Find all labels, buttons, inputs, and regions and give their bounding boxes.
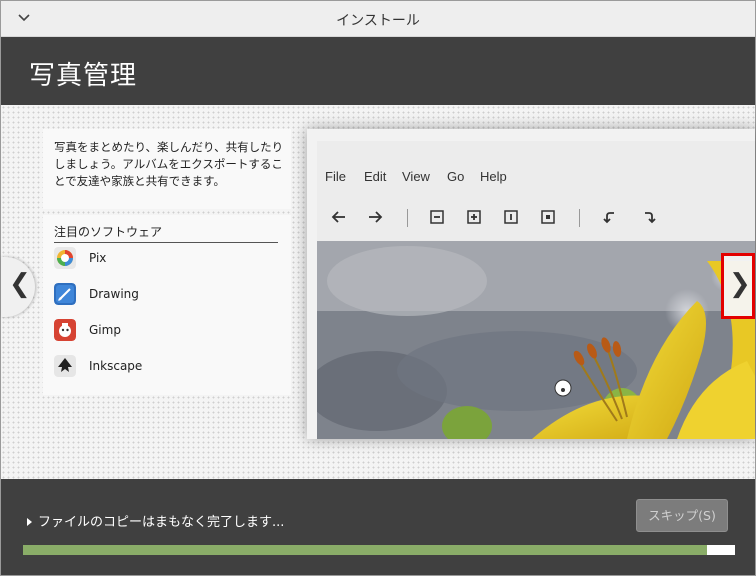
arrow-right-icon bbox=[369, 211, 383, 223]
app-label-inkscape: Inkscape bbox=[89, 359, 143, 373]
rotate-left-icon bbox=[603, 212, 614, 224]
menu-go: Go bbox=[447, 169, 465, 184]
gimp-icon bbox=[54, 319, 76, 341]
preview-toolbar bbox=[317, 207, 755, 231]
chevron-right-icon: ❯ bbox=[729, 269, 751, 299]
description-text: 写真をまとめたり、楽しんだり、共有したりしましょう。アルバムをエクスポートするこ… bbox=[54, 140, 284, 188]
featured-software-card: 注目のソフトウェア Pix Drawing Gimp Inkscape bbox=[43, 215, 291, 395]
expand-triangle-icon[interactable] bbox=[27, 517, 32, 526]
app-screenshot-preview: File Edit View Go Help bbox=[307, 129, 755, 439]
zoom-normal-icon bbox=[504, 210, 518, 224]
window-title: インストール bbox=[336, 13, 420, 29]
slide-header: 写真管理 bbox=[1, 37, 755, 105]
toolbar-separator bbox=[407, 209, 408, 227]
page-title: 写真管理 bbox=[29, 61, 138, 91]
lily-photo bbox=[317, 241, 755, 439]
app-item-inkscape: Inkscape bbox=[54, 355, 278, 379]
menu-view: View bbox=[402, 169, 430, 184]
toolbar-separator bbox=[579, 209, 580, 227]
pix-icon bbox=[54, 247, 76, 269]
preview-window: File Edit View Go Help bbox=[317, 141, 755, 439]
next-slide-button[interactable]: ❯ bbox=[721, 253, 755, 319]
status-text: ファイルのコピーはまもなく完了します... bbox=[38, 515, 285, 530]
app-item-gimp: Gimp bbox=[54, 319, 278, 343]
arrow-left-icon bbox=[331, 211, 345, 223]
drawing-icon bbox=[54, 283, 76, 305]
menu-edit: Edit bbox=[364, 169, 387, 184]
installer-window: インストール 写真管理 写真をまとめたり、楽しんだり、共有したりしましょう。アル… bbox=[0, 0, 756, 576]
previous-slide-button[interactable]: ❮ bbox=[1, 257, 35, 317]
progress-fill bbox=[23, 545, 707, 555]
featured-software-heading: 注目のソフトウェア bbox=[54, 223, 278, 243]
menu-help: Help bbox=[480, 169, 507, 184]
skip-button[interactable]: スキップ(S) bbox=[636, 499, 728, 532]
app-label-gimp: Gimp bbox=[89, 323, 121, 337]
status-row: ファイルのコピーはまもなく完了します... bbox=[27, 511, 284, 530]
rotate-right-icon bbox=[645, 212, 656, 224]
app-item-drawing: Drawing bbox=[54, 283, 278, 307]
progress-bar bbox=[23, 545, 735, 555]
app-label-pix: Pix bbox=[89, 251, 107, 265]
menu-file: File bbox=[325, 169, 346, 184]
description-card: 写真をまとめたり、楽しんだり、共有したりしましょう。アルバムをエクスポートするこ… bbox=[43, 129, 291, 209]
inkscape-icon bbox=[54, 355, 76, 377]
zoom-fit-icon bbox=[541, 210, 555, 224]
zoom-out-icon bbox=[430, 210, 444, 224]
slide-content: 写真をまとめたり、楽しんだり、共有したりしましょう。アルバムをエクスポートするこ… bbox=[1, 105, 755, 479]
install-footer: ファイルのコピーはまもなく完了します... スキップ(S) bbox=[1, 479, 755, 575]
chevron-left-icon: ❮ bbox=[9, 269, 31, 299]
titlebar: インストール bbox=[1, 1, 755, 37]
zoom-in-icon bbox=[467, 210, 481, 224]
photo-image bbox=[317, 241, 755, 439]
app-label-drawing: Drawing bbox=[89, 287, 139, 301]
app-item-pix: Pix bbox=[54, 247, 278, 271]
preview-menubar: File Edit View Go Help bbox=[317, 169, 755, 189]
